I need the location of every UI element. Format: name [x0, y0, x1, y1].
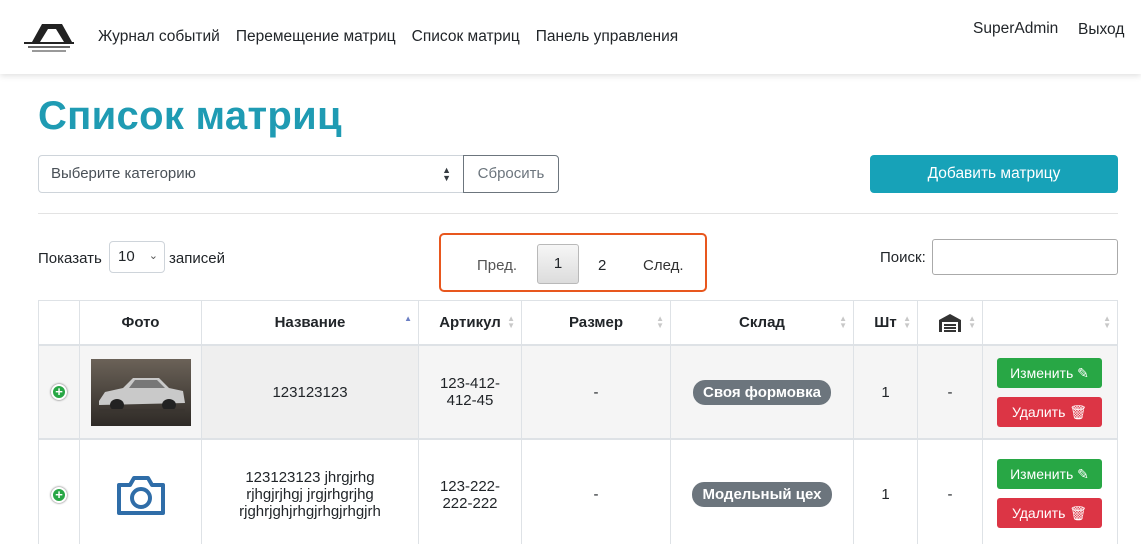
- navbar: Журнал событий Перемещение матриц Список…: [0, 0, 1141, 74]
- article-cell: 123-222- 222-222: [419, 440, 522, 544]
- header-size[interactable]: Размер ▲ ▼: [522, 301, 671, 344]
- sort-icon: ▲ ▼: [507, 314, 515, 330]
- category-select-value: Выберите категорию: [51, 165, 196, 182]
- header-name[interactable]: Название ▲: [202, 301, 419, 344]
- edit-icon: ✎: [1077, 365, 1089, 381]
- article-cell: 123-412- 412-45: [419, 346, 522, 438]
- expand-cell: +: [39, 440, 80, 544]
- header-article[interactable]: Артикул ▲ ▼: [419, 301, 522, 344]
- pagination-prev[interactable]: Пред.: [477, 257, 517, 274]
- actions-cell: Изменить ✎ Удалить 🗑: [983, 440, 1117, 544]
- expand-cell: +: [39, 346, 80, 438]
- nav-link-matrix-list[interactable]: Список матриц: [412, 28, 520, 46]
- warehouse-badge: Модельный цех: [692, 482, 832, 507]
- expand-plus-icon[interactable]: +: [51, 486, 67, 503]
- pagination: Пред. 1 2 След.: [439, 233, 707, 292]
- warehouse-cell: Своя формовка: [671, 346, 854, 438]
- records-label: записей: [169, 250, 225, 267]
- size-cell: -: [522, 346, 671, 438]
- table-row: + 123123123 123-412- 412-45 - Своя формов…: [39, 346, 1117, 440]
- sort-icon: ▲ ▼: [968, 314, 976, 330]
- warehouse-badge: Своя формовка: [693, 379, 831, 405]
- edit-button[interactable]: Изменить ✎: [997, 358, 1102, 388]
- name-cell: 123123123: [202, 346, 419, 438]
- photo-cell: [80, 346, 202, 438]
- matrix-table: Фото Название ▲ Артикул ▲ ▼ Размер ▲ ▼ Склад ▲…: [38, 300, 1118, 544]
- select-arrows-icon: ▲ ▼: [442, 165, 451, 183]
- logo[interactable]: [22, 20, 76, 56]
- nav-link-matrix-transfer[interactable]: Перемещение матриц: [236, 28, 396, 46]
- header-photo: Фото: [80, 301, 202, 344]
- camera-icon[interactable]: [115, 473, 167, 517]
- pagination-next[interactable]: След.: [643, 257, 684, 274]
- pagination-page-2[interactable]: 2: [598, 257, 606, 274]
- delete-button[interactable]: Удалить 🗑: [997, 397, 1102, 427]
- car-photo[interactable]: [90, 358, 191, 426]
- sort-icon: ▲ ▼: [656, 314, 664, 330]
- trash-icon: 🗑: [1069, 404, 1088, 420]
- sort-icon: ▲: [404, 314, 412, 323]
- search-label: Поиск:: [880, 249, 926, 266]
- warehouse-cell: Модельный цех: [671, 440, 854, 544]
- garage-cell: -: [918, 440, 983, 544]
- name-cell: 123123123 jhrgjrhg rjhgjrjhgj jrgjrhgrjhg…: [202, 440, 419, 544]
- photo-cell: [80, 440, 202, 544]
- sort-icon: ▲ ▼: [903, 314, 911, 330]
- trash-icon: 🗑: [1069, 505, 1088, 521]
- sort-icon: ▲ ▼: [839, 314, 847, 330]
- search-input[interactable]: [932, 239, 1118, 275]
- nav-link-event-log[interactable]: Журнал событий: [98, 28, 220, 46]
- page-title: Список матриц: [38, 94, 342, 138]
- chevron-down-icon: ⌄: [148, 250, 158, 262]
- edit-icon: ✎: [1077, 466, 1089, 482]
- qty-cell: 1: [854, 440, 918, 544]
- page-length-value: 10: [118, 248, 135, 265]
- nav-link-control-panel[interactable]: Панель управления: [536, 28, 678, 46]
- qty-cell: 1: [854, 346, 918, 438]
- edit-button[interactable]: Изменить ✎: [997, 459, 1102, 489]
- table-row: + 123123123 jhrgjrhg rjhgjrjhgj jrgjrhgrj…: [39, 440, 1117, 544]
- header-qty[interactable]: Шт ▲ ▼: [854, 301, 918, 344]
- page-length-select[interactable]: 10 ⌄: [109, 241, 165, 273]
- header-garage[interactable]: ▲ ▼: [918, 301, 983, 344]
- show-label: Показать: [38, 250, 102, 267]
- table-header: Фото Название ▲ Артикул ▲ ▼ Размер ▲ ▼ Склад ▲…: [39, 301, 1117, 346]
- divider: [38, 213, 1118, 214]
- header-actions: ▲ ▼: [983, 301, 1117, 344]
- size-cell: -: [522, 440, 671, 544]
- add-matrix-button[interactable]: Добавить матрицу: [870, 155, 1118, 193]
- pagination-page-1[interactable]: 1: [537, 244, 579, 284]
- category-select[interactable]: Выберите категорию ▲ ▼: [38, 155, 464, 193]
- delete-button[interactable]: Удалить 🗑: [997, 498, 1102, 528]
- expand-plus-icon[interactable]: +: [51, 384, 67, 400]
- sort-icon: ▲ ▼: [1103, 314, 1111, 330]
- reset-button[interactable]: Сбросить: [463, 155, 559, 193]
- header-warehouse[interactable]: Склад ▲ ▼: [671, 301, 854, 344]
- header-expand: [39, 301, 80, 344]
- user-name[interactable]: SuperAdmin: [973, 20, 1058, 38]
- actions-cell: Изменить ✎ Удалить 🗑: [983, 346, 1117, 438]
- logout-link[interactable]: Выход: [1078, 21, 1124, 39]
- garage-icon: [939, 313, 961, 332]
- garage-cell: -: [918, 346, 983, 438]
